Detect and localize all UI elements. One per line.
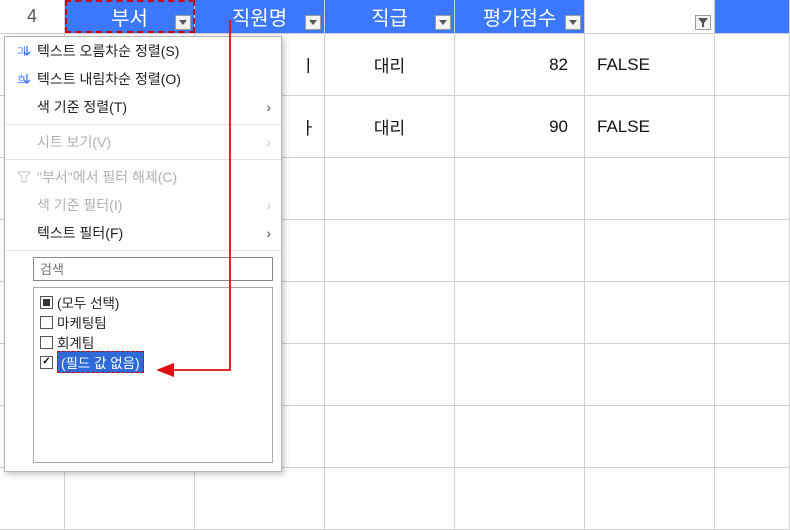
empty-cell [715,344,790,405]
dropdown-arrow-icon [179,20,187,26]
sort-asc-icon: 긔 [13,44,35,58]
menu-label: "부서"에서 필터 해제(C) [35,167,271,187]
sort-by-color-item[interactable]: 색 기준 정렬(T) › [5,93,281,121]
chevron-right-icon: › [257,99,271,115]
sort-ascending-item[interactable]: 긔 텍스트 오름차순 정렬(S) [5,37,281,65]
empty-cell[interactable] [585,406,715,467]
checkbox-option[interactable]: 회계팀 [40,332,266,352]
chevron-right-icon: › [257,197,271,213]
empty-cell[interactable] [585,220,715,281]
empty-cell[interactable] [455,344,585,405]
dropdown-arrow-icon [439,20,447,26]
empty-cell[interactable] [585,158,715,219]
filter-active-icon [698,18,708,28]
checkbox-label: (모두 선택) [57,292,119,312]
empty-cell [715,406,790,467]
checkbox-label: 마케팅팀 [57,312,107,332]
column-header-score[interactable]: 평가점수 [455,0,585,33]
empty-cell[interactable] [455,282,585,343]
empty-cell [715,96,790,157]
menu-separator [5,250,281,251]
menu-label: 시트 보기(V) [35,132,257,152]
menu-separator [5,124,281,125]
empty-cell[interactable] [325,158,455,219]
checkbox-select-all[interactable]: (모두 선택) [40,292,266,312]
cell-rank[interactable]: 대리 [325,96,455,157]
empty-cell[interactable] [325,468,455,529]
empty-cell[interactable] [65,468,195,529]
empty-cell [715,220,790,281]
menu-label: 색 기준 필터(I) [35,195,257,215]
menu-separator [5,159,281,160]
filter-dropdown-button[interactable] [695,15,711,30]
empty-cell[interactable] [325,344,455,405]
menu-label: 텍스트 필터(F) [35,223,257,243]
empty-cell[interactable] [585,344,715,405]
cell-score[interactable]: 82 [455,34,585,95]
empty-cell[interactable] [455,220,585,281]
column-header-rank[interactable]: 직급 [325,0,455,33]
header-row: 4 부서 직원명 직급 평가점수 [0,0,790,34]
header-label: 부서 [111,2,148,31]
cell-extra[interactable]: FALSE [585,96,715,157]
checkbox-icon [40,316,53,329]
empty-cell[interactable] [195,468,325,529]
checkbox-icon [40,296,53,309]
cell-extra[interactable]: FALSE [585,34,715,95]
filter-dropdown-panel: 긔 텍스트 오름차순 정렬(S) 흐 텍스트 내림차순 정렬(O) 색 기준 정… [4,36,282,472]
row-number-cell[interactable] [0,468,65,529]
sort-descending-item[interactable]: 흐 텍스트 내림차순 정렬(O) [5,65,281,93]
chevron-right-icon: › [257,225,271,241]
filter-checklist: (모두 선택) 마케팅팀 회계팀 (필드 값 없음) [33,287,273,463]
header-label: 직급 [371,2,408,31]
checkbox-option[interactable]: 마케팅팀 [40,312,266,332]
empty-cell[interactable] [585,282,715,343]
empty-cell[interactable] [585,468,715,529]
filter-by-color-item: 색 기준 필터(I) › [5,191,281,219]
menu-label: 텍스트 오름차순 정렬(S) [35,41,271,61]
sheet-view-item: 시트 보기(V) › [5,128,281,156]
menu-label: 색 기준 정렬(T) [35,97,257,117]
empty-cell [715,468,790,529]
empty-cell[interactable] [325,282,455,343]
cell-score[interactable]: 90 [455,96,585,157]
text-filter-item[interactable]: 텍스트 필터(F) › [5,219,281,247]
checkbox-icon [40,356,53,369]
column-header-name[interactable]: 직원명 [195,0,325,33]
filter-dropdown-button[interactable] [435,15,451,30]
clear-filter-item: "부서"에서 필터 해제(C) [5,163,281,191]
checkbox-icon [40,336,53,349]
sort-desc-icon: 흐 [13,72,35,86]
empty-cell[interactable] [325,406,455,467]
empty-cell[interactable] [455,468,585,529]
empty-cell [715,282,790,343]
menu-label: 텍스트 내림차순 정렬(O) [35,69,271,89]
cell-rank[interactable]: 대리 [325,34,455,95]
column-header-extra[interactable] [585,0,715,33]
dropdown-arrow-icon [569,20,577,26]
header-label: 평가점수 [483,2,557,31]
empty-cell[interactable] [455,406,585,467]
header-label: 직원명 [232,2,287,31]
empty-cell [715,34,790,95]
empty-cell[interactable] [455,158,585,219]
filter-dropdown-button[interactable] [175,15,191,30]
dropdown-arrow-icon [309,20,317,26]
filter-dropdown-button[interactable] [565,15,581,30]
table-row [0,468,790,530]
clear-filter-icon [13,170,35,184]
checkbox-label: (필드 값 없음) [57,351,144,373]
column-header-dept[interactable]: 부서 [65,0,195,33]
empty-cell [715,158,790,219]
filter-dropdown-button[interactable] [305,15,321,30]
filter-search-input[interactable] [33,257,273,281]
checkbox-option-blanks[interactable]: (필드 값 없음) [40,352,266,372]
chevron-right-icon: › [257,134,271,150]
row-number-cell[interactable]: 4 [0,0,65,33]
checkbox-label: 회계팀 [57,332,94,352]
empty-cell [715,0,790,33]
filter-search-box [33,257,273,281]
empty-cell[interactable] [325,220,455,281]
